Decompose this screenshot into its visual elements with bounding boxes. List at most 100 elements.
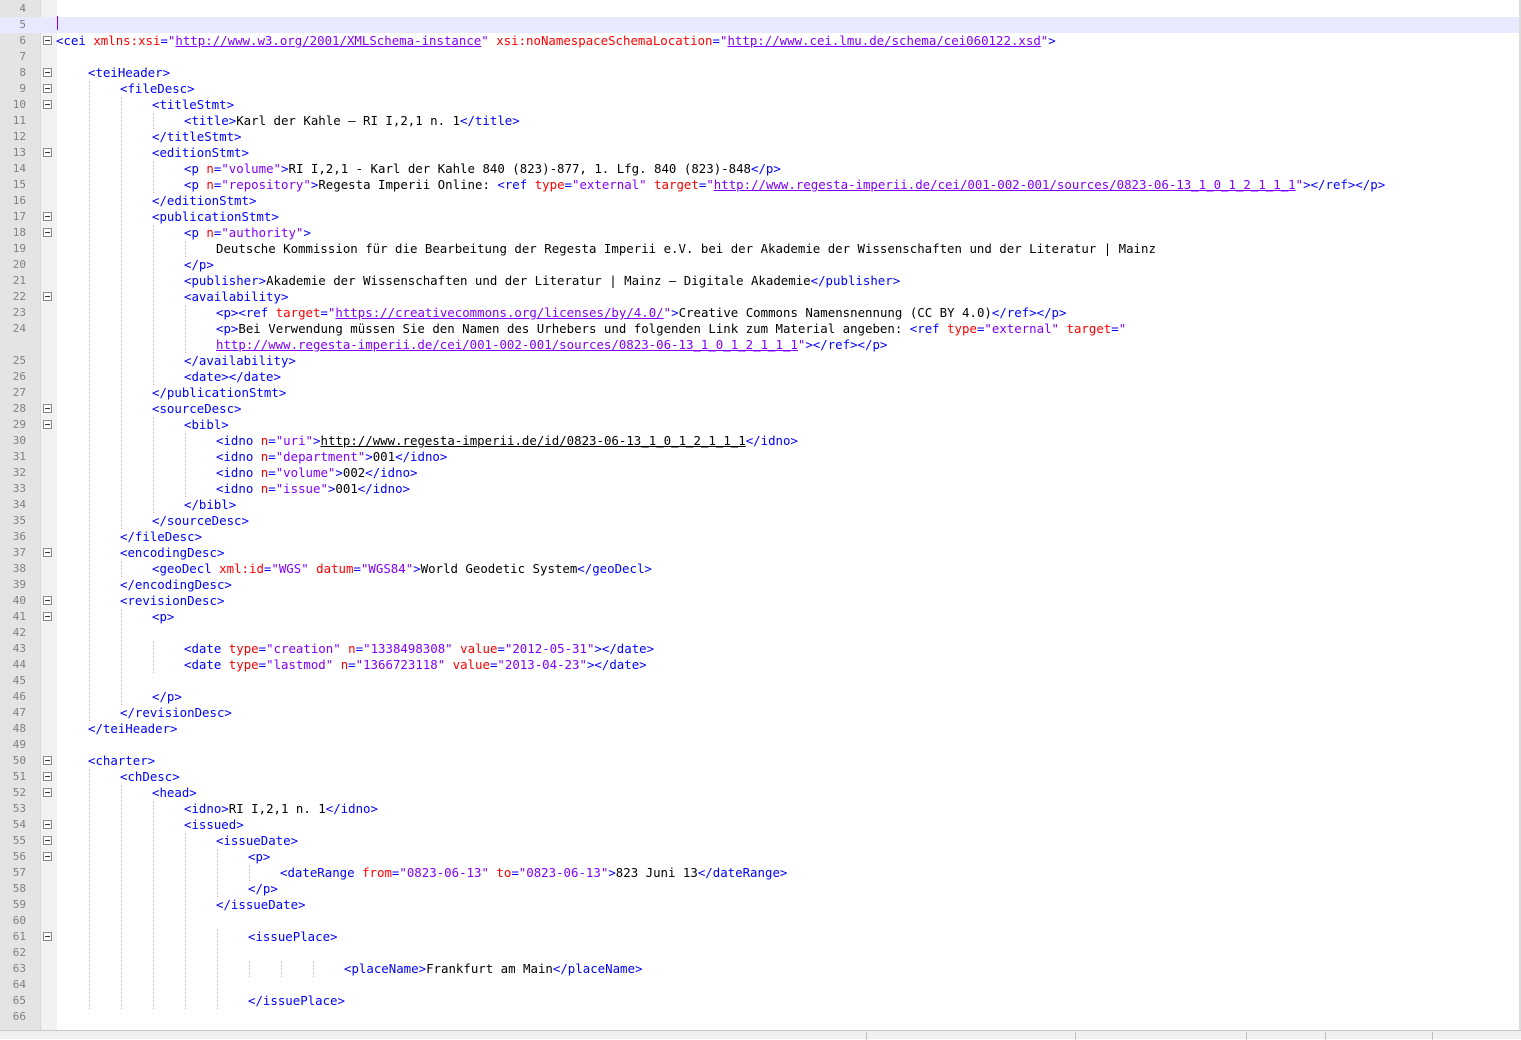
fold-toggle-icon[interactable] xyxy=(43,612,52,621)
line-code: </availability> xyxy=(184,353,296,369)
code-line[interactable]: 36 </fileDesc> xyxy=(0,529,1521,545)
fold-toggle-icon[interactable] xyxy=(43,596,52,605)
fold-toggle-icon[interactable] xyxy=(43,36,52,45)
fold-toggle-icon[interactable] xyxy=(43,756,52,765)
code-line[interactable]: 38 <geoDecl xml:id="WGS" datum="WGS84">Wo… xyxy=(0,561,1521,577)
fold-toggle-icon[interactable] xyxy=(43,148,52,157)
code-line[interactable]: 37 <encodingDesc> xyxy=(0,545,1521,561)
fold-toggle-icon[interactable] xyxy=(43,932,52,941)
code-line[interactable]: 11 <title>Karl der Kahle – RI I,2,1 n. 1<… xyxy=(0,113,1521,129)
code-line[interactable]: 62 xyxy=(0,945,1521,961)
code-line[interactable]: 32 <idno n="volume">002</idno> xyxy=(0,465,1521,481)
code-line[interactable]: 33 <idno n="issue">001</idno> xyxy=(0,481,1521,497)
code-line[interactable]: 5 xyxy=(0,17,1521,33)
code-line[interactable]: 27 </publicationStmt> xyxy=(0,385,1521,401)
code-line[interactable]: 10 <titleStmt> xyxy=(0,97,1521,113)
code-line[interactable]: 50 <charter> xyxy=(0,753,1521,769)
line-code: </p> xyxy=(152,689,182,705)
code-line[interactable]: 14 <p n="volume">RI I,2,1 - Karl der Kahl… xyxy=(0,161,1521,177)
code-line[interactable]: 8 <teiHeader> xyxy=(0,65,1521,81)
code-line[interactable]: 47 </revisionDesc> xyxy=(0,705,1521,721)
code-line[interactable]: 64 xyxy=(0,977,1521,993)
code-line[interactable]: 12 </titleStmt> xyxy=(0,129,1521,145)
fold-toggle-icon[interactable] xyxy=(43,404,52,413)
code-line[interactable]: 55 <issueDate> xyxy=(0,833,1521,849)
code-line[interactable]: 57 <dateRange from="0823-06-13" to="0823-… xyxy=(0,865,1521,881)
line-number: 62 xyxy=(12,946,26,959)
code-line[interactable]: 41 <p> xyxy=(0,609,1521,625)
fold-toggle-icon[interactable] xyxy=(43,84,52,93)
code-line[interactable]: 59 </issueDate> xyxy=(0,897,1521,913)
code-line[interactable]: 43 <date type="creation" n="1338498308" v… xyxy=(0,641,1521,657)
xml-editor[interactable]: 4 5 6 <cei xmlns:xsi="http://www.w3.org/200… xyxy=(0,0,1521,1030)
line-code: <titleStmt> xyxy=(152,97,234,113)
code-line[interactable]: 23 <p><ref target= "https://creativecommon… xyxy=(0,305,1521,321)
code-line[interactable]: 61 <issuePlace> xyxy=(0,929,1521,945)
code-line[interactable]: 63 <placeName>Frankfurt am Main</placeNam… xyxy=(0,961,1521,977)
code-line[interactable]: 19 Deutsche Kommission für die Bearbeitun… xyxy=(0,241,1521,257)
code-line[interactable]: 29 <bibl> xyxy=(0,417,1521,433)
code-line[interactable]: 46 </p> xyxy=(0,689,1521,705)
code-line[interactable]: 65 </issuePlace> xyxy=(0,993,1521,1009)
code-line[interactable]: 18 <p n="authority"> xyxy=(0,225,1521,241)
fold-toggle-icon[interactable] xyxy=(43,212,52,221)
code-line[interactable]: 56 <p> xyxy=(0,849,1521,865)
code-line[interactable]: 15 <p n="repository">Regesta Imperii Onli… xyxy=(0,177,1521,193)
line-code: <sourceDesc> xyxy=(152,401,242,417)
code-line[interactable]: 51 <chDesc> xyxy=(0,769,1521,785)
fold-toggle-icon[interactable] xyxy=(43,420,52,429)
line-code: </sourceDesc> xyxy=(152,513,249,529)
fold-toggle-icon[interactable] xyxy=(43,772,52,781)
code-line[interactable]: 40 <revisionDesc> xyxy=(0,593,1521,609)
code-line[interactable]: 17 <publicationStmt> xyxy=(0,209,1521,225)
code-line[interactable]: 16 </editionStmt> xyxy=(0,193,1521,209)
xml-tag: </p> xyxy=(184,257,214,272)
fold-toggle-icon[interactable] xyxy=(43,100,52,109)
code-line[interactable]: 53 <idno>RI I,2,1 n. 1</idno> xyxy=(0,801,1521,817)
code-line[interactable]: 49 xyxy=(0,737,1521,753)
code-line[interactable]: 44 <date type="lastmod" n="1366723118" va… xyxy=(0,657,1521,673)
line-code: </p> xyxy=(248,881,278,897)
code-line[interactable]: 60 xyxy=(0,913,1521,929)
code-line[interactable]: 48 </teiHeader> xyxy=(0,721,1521,737)
code-line[interactable]: 26 <date></date> xyxy=(0,369,1521,385)
code-line[interactable]: 45 xyxy=(0,673,1521,689)
fold-toggle-icon[interactable] xyxy=(43,228,52,237)
code-line[interactable]: 54 <issued> xyxy=(0,817,1521,833)
xml-tag: <head> xyxy=(152,785,197,800)
code-line[interactable]: 6 <cei xmlns:xsi="http://www.w3.org/2001/… xyxy=(0,33,1521,49)
code-line[interactable]: http://www.regesta-imperii.de/cei/001-00… xyxy=(0,337,1521,353)
code-line[interactable]: 22 <availability> xyxy=(0,289,1521,305)
code-line[interactable]: 25 </availability> xyxy=(0,353,1521,369)
code-line[interactable]: 13 <editionStmt> xyxy=(0,145,1521,161)
xml-text: Regesta Imperii Online: xyxy=(318,177,498,192)
code-line[interactable]: 30 <idno n="uri">http://www.regesta-imper… xyxy=(0,433,1521,449)
fold-toggle-icon[interactable] xyxy=(43,548,52,557)
xml-attribute: target xyxy=(275,305,321,320)
line-number: 26 xyxy=(12,370,26,383)
code-line[interactable]: 42 xyxy=(0,625,1521,641)
fold-toggle-icon[interactable] xyxy=(43,292,52,301)
code-line[interactable]: 52 <head> xyxy=(0,785,1521,801)
fold-toggle-icon[interactable] xyxy=(43,68,52,77)
code-line[interactable]: 7 xyxy=(0,49,1521,65)
code-line[interactable]: 20 </p> xyxy=(0,257,1521,273)
code-line[interactable]: 9 <fileDesc> xyxy=(0,81,1521,97)
fold-toggle-icon[interactable] xyxy=(43,820,52,829)
code-line[interactable]: 66 xyxy=(0,1009,1521,1025)
code-line[interactable]: 21 <publisher>Akademie der Wissenschaften… xyxy=(0,273,1521,289)
fold-toggle-icon[interactable] xyxy=(43,852,52,861)
code-line[interactable]: 58 </p> xyxy=(0,881,1521,897)
code-line[interactable]: 28 <sourceDesc> xyxy=(0,401,1521,417)
code-line[interactable]: 39 </encodingDesc> xyxy=(0,577,1521,593)
line-code: <idno n="issue">001</idno> xyxy=(216,481,410,497)
fold-toggle-icon[interactable] xyxy=(43,836,52,845)
fold-toggle-icon[interactable] xyxy=(43,788,52,797)
code-line[interactable]: 4 xyxy=(0,1,1521,17)
code-line[interactable]: 35 </sourceDesc> xyxy=(0,513,1521,529)
code-line[interactable]: 24 <p>Bei Verwendung müssen Sie den Namen… xyxy=(0,321,1521,337)
code-line[interactable]: 31 <idno n="department">001</idno> xyxy=(0,449,1521,465)
code-line[interactable]: 34 </bibl> xyxy=(0,497,1521,513)
xml-tag: > xyxy=(608,865,616,880)
xml-tag: </publicationStmt> xyxy=(152,385,287,400)
